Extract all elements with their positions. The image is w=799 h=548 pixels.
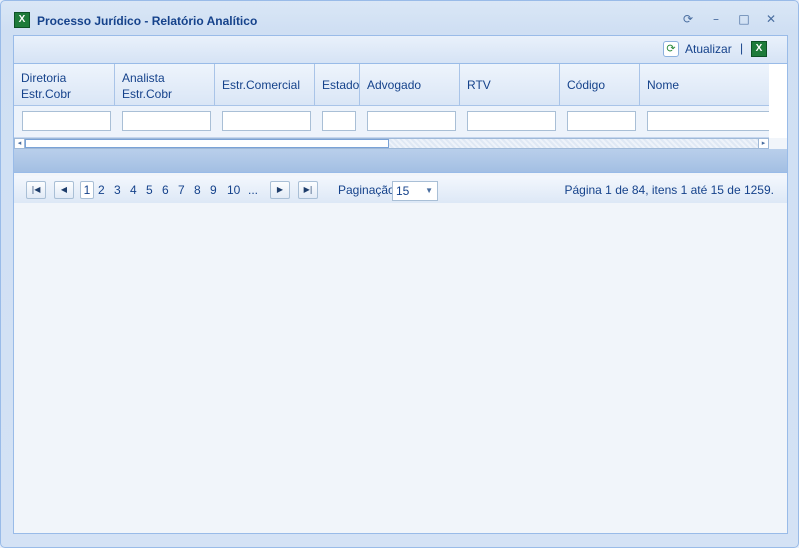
close-icon[interactable]: ✕	[763, 11, 779, 27]
filter-input-analista[interactable]	[122, 111, 211, 131]
maximize-icon[interactable]: □	[736, 11, 752, 27]
refresh-label: Atualizar	[685, 42, 732, 56]
filter-input-diretoria[interactable]	[22, 111, 111, 131]
grid-header: Diretoria Estr.Cobr Analista Estr.Cobr E…	[14, 64, 769, 106]
page-link-6[interactable]: 6	[162, 181, 169, 199]
excel-icon: X	[14, 12, 30, 28]
column-header-rtv[interactable]: RTV	[460, 64, 560, 105]
refresh-window-icon[interactable]: ⟳	[680, 11, 696, 27]
page-link-4[interactable]: 4	[130, 181, 137, 199]
filter-input-estr-comercial[interactable]	[222, 111, 311, 131]
pagination-label: Paginação	[338, 183, 395, 197]
minimize-icon[interactable]: –	[708, 11, 724, 27]
column-header-estr-comercial[interactable]: Estr.Comercial	[215, 64, 315, 105]
filter-input-nome[interactable]	[647, 111, 769, 131]
filter-input-advogado[interactable]	[367, 111, 456, 131]
scroll-right-icon[interactable]: ▸	[758, 139, 768, 148]
window-title: Processo Jurídico - Relatório Analítico	[37, 14, 258, 28]
page-link-1[interactable]: 1	[80, 181, 94, 199]
page-size-value: 15	[396, 184, 410, 198]
horizontal-scrollbar[interactable]: ◂ ▸	[14, 138, 769, 149]
column-header-nome[interactable]: Nome	[640, 64, 769, 105]
page-link-3[interactable]: 3	[114, 181, 121, 199]
report-window: X Processo Jurídico - Relatório Analític…	[0, 0, 799, 548]
scroll-left-icon[interactable]: ◂	[15, 139, 25, 148]
excel-export-icon[interactable]: X	[751, 41, 767, 57]
filter-input-rtv[interactable]	[467, 111, 556, 131]
pager: |◀ ◀ 1 2 3 4 5 6 7 8 9 10 ... ▶ ▶| Pagin…	[14, 176, 787, 203]
toolbar: ⟳ Atualizar | X	[14, 36, 787, 64]
column-header-analista[interactable]: Analista Estr.Cobr	[115, 64, 215, 105]
title-bar[interactable]: X Processo Jurídico - Relatório Analític…	[5, 7, 794, 31]
next-page-button[interactable]: ▶	[270, 181, 290, 199]
vertical-scroll-area	[769, 64, 787, 138]
page-link-5[interactable]: 5	[146, 181, 153, 199]
column-header-diretoria[interactable]: Diretoria Estr.Cobr	[14, 64, 115, 105]
column-header-advogado[interactable]: Advogado	[360, 64, 460, 105]
grid-panel: ⟳ Atualizar | X Diretoria Estr.Cobr Anal…	[13, 35, 788, 534]
filter-input-estado[interactable]	[322, 111, 356, 131]
page-link-2[interactable]: 2	[98, 181, 105, 199]
chevron-down-icon: ▼	[425, 186, 433, 195]
filter-row	[14, 106, 769, 138]
refresh-icon: ⟳	[663, 41, 679, 57]
scrollbar-thumb[interactable]	[25, 139, 389, 148]
page-link-7[interactable]: 7	[178, 181, 185, 199]
grid-footer	[14, 149, 787, 173]
column-header-codigo[interactable]: Código	[560, 64, 640, 105]
page-link-more[interactable]: ...	[248, 181, 258, 199]
filter-input-codigo[interactable]	[567, 111, 636, 131]
toolbar-separator: |	[740, 41, 744, 55]
pager-info: Página 1 de 84, itens 1 até 15 de 1259.	[564, 183, 774, 197]
last-page-button[interactable]: ▶|	[298, 181, 318, 199]
first-page-button[interactable]: |◀	[26, 181, 46, 199]
page-link-10[interactable]: 10	[227, 181, 240, 199]
page-link-9[interactable]: 9	[210, 181, 217, 199]
page-link-8[interactable]: 8	[194, 181, 201, 199]
column-header-estado[interactable]: Estado	[315, 64, 360, 105]
page-size-select[interactable]: 15 ▼	[392, 181, 438, 201]
previous-page-button[interactable]: ◀	[54, 181, 74, 199]
